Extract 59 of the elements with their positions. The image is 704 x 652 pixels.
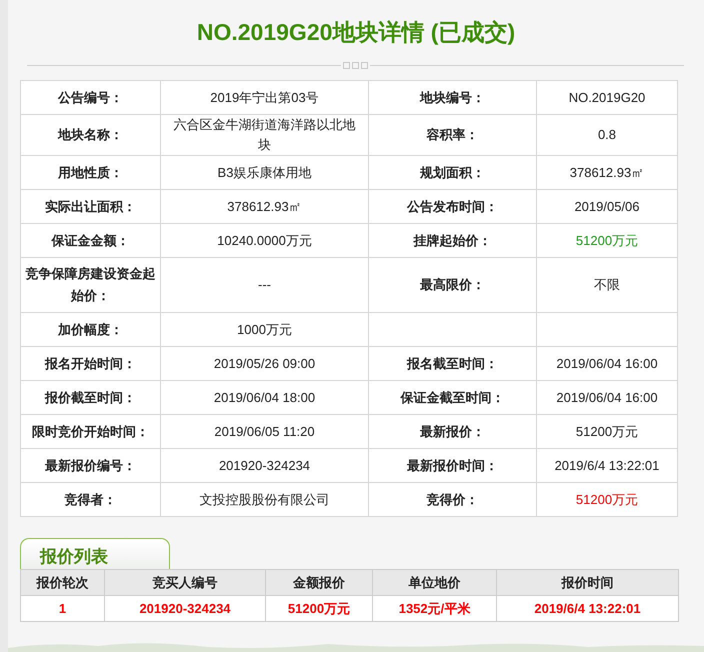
field-label: 加价幅度： (20, 312, 160, 346)
bid-list-tab[interactable]: 报价列表 (20, 538, 170, 569)
field-value: 2019/06/05 11:20 (160, 414, 368, 448)
field-value: 不限 (536, 258, 678, 312)
field-value: 2019/06/04 16:00 (536, 380, 678, 414)
field-label: 公告发布时间： (368, 190, 536, 224)
table-cell: 51200万元 (266, 596, 372, 622)
field-value: 文投控股股份有限公司 (160, 482, 368, 516)
field-value: 2019年宁出第03号 (160, 80, 368, 114)
field-label: 地块名称： (20, 114, 160, 156)
column-header: 竞买人编号 (104, 570, 266, 596)
field-value: 51200万元 (536, 224, 678, 258)
field-label: 最新报价编号： (20, 448, 160, 482)
field-label: 竞争保障房建设资金起始价： (20, 258, 160, 312)
table-cell: 1352元/平米 (372, 596, 496, 622)
field-label: 竞得价： (368, 482, 536, 516)
column-header: 金额报价 (266, 570, 372, 596)
field-label: 公告编号： (20, 80, 160, 114)
field-label: 报名截至时间： (368, 346, 536, 380)
field-value: 201920-324234 (160, 448, 368, 482)
field-label: 报价截至时间： (20, 380, 160, 414)
table-cell: 201920-324234 (104, 596, 266, 622)
field-label: 竞得者： (20, 482, 160, 516)
field-value: 10240.0000万元 (160, 224, 368, 258)
field-label: 限时竞价开始时间： (20, 414, 160, 448)
field-value: 2019/05/26 09:00 (160, 346, 368, 380)
field-label: 挂牌起始价： (368, 224, 536, 258)
field-value: 1000万元 (160, 312, 368, 346)
field-value: 378612.93㎡ (160, 190, 368, 224)
field-label: 规划面积： (368, 156, 536, 190)
field-value: 2019/6/4 13:22:01 (536, 448, 678, 482)
field-value: --- (160, 258, 368, 312)
column-header: 单位地价 (372, 570, 496, 596)
field-value: NO.2019G20 (536, 80, 678, 114)
column-header: 报价轮次 (20, 570, 104, 596)
field-value: 六合区金牛湖街道海洋路以北地块 (160, 114, 368, 156)
field-label: 容积率： (368, 114, 536, 156)
field-value: 2019/06/04 18:00 (160, 380, 368, 414)
field-label: 保证金金额： (20, 224, 160, 258)
column-header: 报价时间 (496, 570, 678, 596)
field-value: B3娱乐康体用地 (160, 156, 368, 190)
field-label: 实际出让面积： (20, 190, 160, 224)
table-cell: 1 (20, 596, 104, 622)
field-label: 最新报价： (368, 414, 536, 448)
field-value: 378612.93㎡ (536, 156, 678, 190)
field-label: 地块编号： (368, 80, 536, 114)
field-value: 2019/05/06 (536, 190, 678, 224)
field-value: 51200万元 (536, 482, 678, 516)
field-label: 用地性质： (20, 156, 160, 190)
field-label: 保证金截至时间： (368, 380, 536, 414)
field-label: 最高限价： (368, 258, 536, 312)
field-value: 2019/06/04 16:00 (536, 346, 678, 380)
field-value: 0.8 (536, 114, 678, 156)
table-cell: 2019/6/4 13:22:01 (496, 596, 678, 622)
field-value: 51200万元 (536, 414, 678, 448)
page-title: NO.2019G20地块详情 (已成交) (196, 18, 516, 46)
field-label: 报名开始时间： (20, 346, 160, 380)
field-label: 最新报价时间： (368, 448, 536, 482)
divider-ornament-icon (343, 62, 368, 69)
